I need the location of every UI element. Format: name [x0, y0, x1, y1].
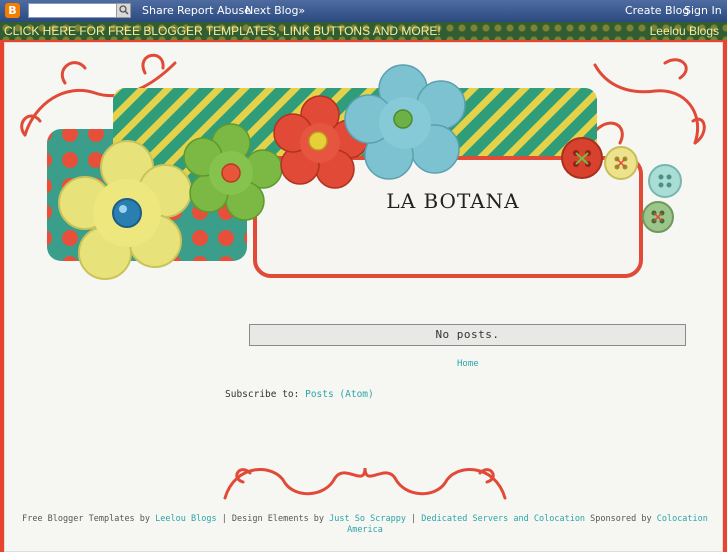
no-posts-message: No posts.: [249, 324, 686, 346]
swirl-flourish-right: [588, 58, 706, 145]
blogger-navbar: B Share Report Abuse Next Blog» Create B…: [0, 0, 727, 22]
search-icon: [119, 5, 129, 15]
report-abuse-link[interactable]: Report Abuse: [177, 4, 251, 17]
blog-title[interactable]: LA BOTANA: [263, 189, 643, 213]
footer-text: Sponsored by: [585, 514, 652, 524]
footer: Free Blogger Templates by Leelou Blogs |…: [13, 514, 717, 536]
blogger-logo-icon[interactable]: B: [5, 3, 20, 18]
leelou-blogs-footer-link[interactable]: Leelou Blogs: [155, 514, 216, 524]
footer-text: | Design Elements by: [216, 514, 325, 524]
footer-flourish: [223, 467, 507, 500]
footer-separator: |: [405, 514, 422, 524]
search-button[interactable]: [116, 3, 131, 18]
just-so-scrappy-link[interactable]: Just So Scrappy: [329, 514, 406, 524]
leelou-blogs-link[interactable]: Leelou Blogs: [650, 24, 719, 38]
yellow-button-icon: [604, 146, 638, 180]
free-templates-link[interactable]: CLICK HERE FOR FREE BLOGGER TEMPLATES, L…: [4, 24, 441, 38]
green-button-icon: [642, 201, 674, 233]
header-illustration: [20, 53, 706, 280]
blog-page: LA BOTANA No posts. Home Subscribe to: P…: [4, 42, 723, 552]
subscribe-label: Subscribe to:: [225, 389, 300, 400]
dedicated-servers-link[interactable]: Dedicated Servers and Colocation: [421, 514, 585, 524]
footer-text: Free Blogger Templates by: [22, 514, 151, 524]
sign-in-link[interactable]: Sign In: [684, 4, 722, 17]
subscribe-line: Subscribe to: Posts (Atom): [225, 389, 374, 400]
posts-atom-link[interactable]: Posts (Atom): [305, 389, 374, 400]
red-button-icon: [561, 137, 603, 179]
home-link[interactable]: Home: [457, 359, 479, 369]
promo-strip: CLICK HERE FOR FREE BLOGGER TEMPLATES, L…: [0, 22, 727, 40]
teal-button-icon: [648, 164, 682, 198]
create-blog-link[interactable]: Create Blog: [625, 4, 689, 17]
next-blog-link[interactable]: Next Blog»: [245, 4, 305, 17]
share-link[interactable]: Share: [142, 4, 174, 17]
